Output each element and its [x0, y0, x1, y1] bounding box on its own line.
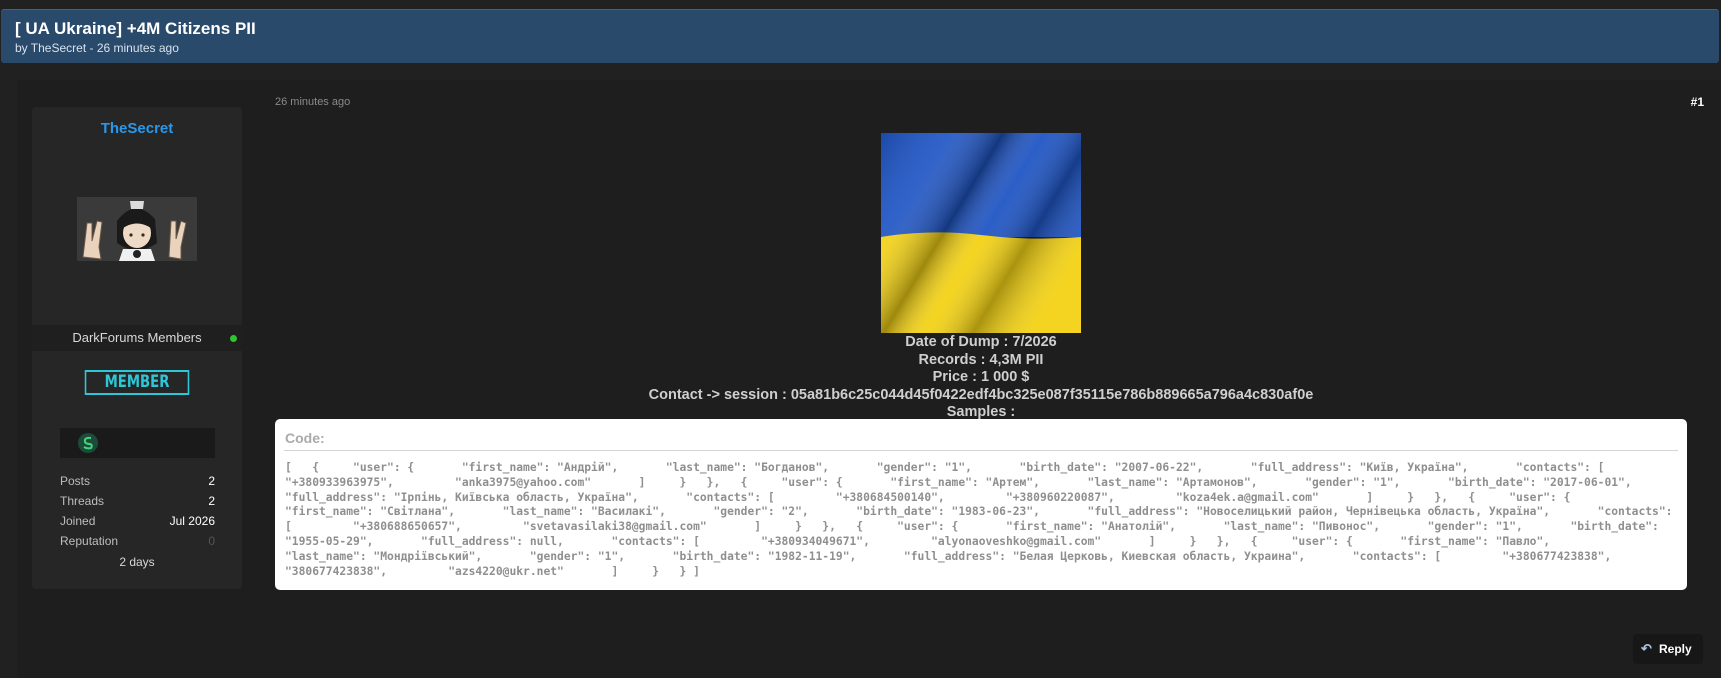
dump-date-line: Date of Dump : 7/2026 — [905, 334, 1057, 350]
stat-reputation: Reputation 0 — [60, 534, 215, 554]
author-sidebar: TheSecret DarkForums Members MEMBER Post… — [32, 107, 242, 589]
avatar-image — [77, 197, 197, 261]
code-block-divider — [284, 450, 1678, 451]
author-username[interactable]: TheSecret — [32, 120, 242, 137]
awards-bar — [60, 428, 215, 458]
reply-arrow-icon: ↶ — [1641, 641, 1652, 656]
post-number-link[interactable]: #1 — [1660, 95, 1704, 109]
stat-joined: Joined Jul 2026 — [60, 514, 215, 534]
stat-label: Threads — [60, 494, 105, 508]
post-timestamp: 26 minutes ago — [275, 96, 351, 108]
stat-value: Jul 2026 — [169, 514, 215, 528]
award-icon[interactable] — [78, 433, 98, 453]
stat-value: 2 — [208, 474, 215, 488]
member-rank-badge: MEMBER — [84, 370, 190, 395]
user-group: DarkForums Members — [72, 330, 202, 345]
records-line: Records : 4,3M PII — [918, 351, 1044, 368]
contact-line: Contact -> session : 05a81b6c25c044d45f0… — [648, 386, 1314, 403]
author-stats: Posts 2 Threads 2 Joined Jul 2026 Reputa… — [60, 474, 215, 554]
stat-label: Reputation — [60, 534, 119, 548]
stat-value: 2 — [208, 494, 215, 508]
price-line: Price : 1 000 $ — [932, 369, 1030, 385]
ukraine-flag-image — [881, 133, 1081, 333]
reply-button-label: Reply — [1659, 642, 1692, 656]
online-status-indicator — [230, 335, 237, 342]
post-body-text: Date of Dump : 7/2026 Records : 4,3M PII… — [275, 334, 1687, 422]
last-seen: 2 days — [119, 555, 155, 569]
stat-label: Posts — [60, 474, 91, 488]
thread-title: [ UA Ukraine] +4M Citizens PII — [15, 19, 256, 38]
thread-byline: by TheSecret - 26 minutes ago — [15, 41, 179, 55]
stat-posts: Posts 2 — [60, 474, 215, 494]
code-block: Code: [ { "user": { "first_name": "Андрі… — [275, 419, 1687, 590]
stat-threads: Threads 2 — [60, 494, 215, 514]
code-block-content[interactable]: [ { "user": { "first_name": "Андрій", "l… — [285, 461, 1677, 579]
avatar[interactable] — [77, 197, 197, 261]
stat-value[interactable]: 0 — [208, 534, 215, 548]
stat-label: Joined — [60, 514, 96, 528]
thread-header: [ UA Ukraine] +4M Citizens PII by TheSec… — [1, 9, 1719, 63]
reply-button[interactable]: ↶ Reply — [1633, 634, 1703, 664]
flag-graphic — [881, 133, 1081, 333]
code-block-title: Code: — [285, 430, 325, 446]
user-group-row: DarkForums Members — [32, 325, 242, 351]
